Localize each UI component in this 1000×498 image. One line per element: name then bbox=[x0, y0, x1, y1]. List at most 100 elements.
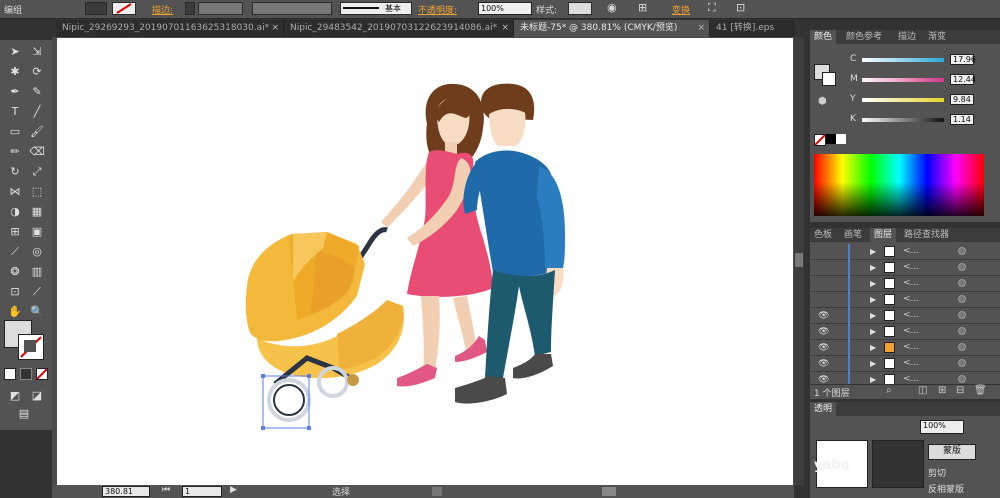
expand-arrow-icon[interactable]: ▶ bbox=[870, 375, 876, 384]
draw-inside-icon[interactable]: ◪ bbox=[29, 388, 45, 404]
line-tool-icon[interactable]: ╱ bbox=[29, 104, 45, 120]
tab-brushes[interactable]: 画笔 bbox=[840, 228, 866, 242]
expand-arrow-icon[interactable]: ▶ bbox=[870, 295, 876, 304]
slider-value-c[interactable]: 17.96 bbox=[950, 54, 976, 65]
pencil-icon[interactable]: ✏ bbox=[7, 144, 23, 160]
type-tool-icon[interactable]: T bbox=[7, 104, 23, 120]
zoom-tool-icon[interactable]: 🔍 bbox=[29, 304, 45, 320]
artboard-tool-icon[interactable]: ⊡ bbox=[7, 284, 23, 300]
slice-tool-icon[interactable]: ⟋ bbox=[29, 284, 45, 300]
rotate-icon[interactable]: ↻ bbox=[7, 164, 23, 180]
target-circle-icon[interactable] bbox=[958, 359, 966, 367]
artboard[interactable] bbox=[57, 38, 793, 485]
fill-swatch-dropdown[interactable] bbox=[85, 2, 107, 15]
expand-arrow-icon[interactable]: ▶ bbox=[870, 263, 876, 272]
expand-arrow-icon[interactable]: ▶ bbox=[870, 327, 876, 336]
eyedropper-icon[interactable]: ⟋ bbox=[7, 244, 23, 260]
tab-document-3[interactable]: 未标题-75* @ 380.81% (CMYK/预览) × bbox=[514, 20, 710, 37]
layer-row[interactable]: ▶ <... bbox=[810, 244, 1000, 260]
magic-wand-icon[interactable]: ✱ bbox=[7, 64, 23, 80]
make-mask-button[interactable]: 蒙版 bbox=[928, 444, 976, 460]
visibility-eye-icon[interactable]: 👁 bbox=[818, 327, 829, 337]
delete-layer-icon[interactable]: 🗑 bbox=[974, 385, 987, 396]
slider-track-m[interactable] bbox=[862, 78, 944, 82]
scale-icon[interactable]: ⤢ bbox=[29, 164, 45, 180]
screen-mode-icon[interactable]: ▤ bbox=[16, 406, 32, 422]
tab-document-2[interactable]: Nipic_29483542_20190703122623914086.ai* … bbox=[284, 20, 514, 37]
clip-mask-icon[interactable]: ◫ bbox=[918, 385, 927, 396]
page-input[interactable]: 1 bbox=[182, 486, 222, 497]
tab-pathfinder[interactable]: 路径查找器 bbox=[900, 228, 953, 242]
mini-stroke-swatch[interactable] bbox=[822, 72, 836, 86]
expand-arrow-icon[interactable]: ▶ bbox=[870, 311, 876, 320]
gradient-mode-icon[interactable] bbox=[20, 368, 32, 380]
target-circle-icon[interactable] bbox=[958, 343, 966, 351]
tab-color-guide[interactable]: 颜色参考 bbox=[842, 30, 886, 44]
visibility-eye-icon[interactable]: 👁 bbox=[818, 343, 829, 353]
invert-mask-checkbox-label[interactable]: 反相蒙版 bbox=[928, 482, 964, 495]
expand-arrow-icon[interactable]: ▶ bbox=[870, 359, 876, 368]
layer-row[interactable]: ▶ <... bbox=[810, 260, 1000, 276]
slider-value-m[interactable]: 12.44 bbox=[950, 74, 976, 85]
close-icon[interactable]: × bbox=[501, 20, 509, 37]
opacity-label[interactable]: 不透明度: bbox=[418, 3, 457, 16]
curvature-icon[interactable]: ✎ bbox=[29, 84, 45, 100]
target-circle-icon[interactable] bbox=[958, 295, 966, 303]
target-circle-icon[interactable] bbox=[958, 279, 966, 287]
close-icon[interactable]: × bbox=[271, 20, 279, 37]
tab-gradient[interactable]: 渐变 bbox=[924, 30, 950, 44]
visibility-eye-icon[interactable]: 👁 bbox=[818, 359, 829, 369]
stroke-weight-input[interactable] bbox=[198, 2, 243, 15]
stroke-weight-stepper[interactable] bbox=[185, 2, 195, 15]
expand-arrow-icon[interactable]: ▶ bbox=[870, 247, 876, 256]
shape-builder-icon[interactable]: ◑ bbox=[7, 204, 23, 220]
width-tool-icon[interactable]: ⋈ bbox=[7, 184, 23, 200]
black-swatch[interactable] bbox=[826, 134, 836, 144]
perspective-grid-icon[interactable]: ▦ bbox=[29, 204, 45, 220]
first-page-icon[interactable]: ⏮ bbox=[162, 485, 170, 495]
tab-layers[interactable]: 图层 bbox=[870, 228, 897, 242]
color-spectrum[interactable] bbox=[814, 154, 984, 216]
gradient-icon[interactable]: ▣ bbox=[29, 224, 45, 240]
hand-tool-icon[interactable]: ✋ bbox=[7, 304, 23, 320]
slider-track-y[interactable] bbox=[862, 98, 944, 102]
target-circle-icon[interactable] bbox=[958, 375, 966, 383]
layer-row[interactable]: 👁 ▶ <... bbox=[810, 324, 1000, 340]
new-layer-icon[interactable]: ⊟ bbox=[956, 385, 964, 396]
expand-arrow-icon[interactable]: ▶ bbox=[870, 279, 876, 288]
tab-document-4[interactable]: 41 [转换].eps bbox=[710, 20, 794, 37]
new-sublayer-icon[interactable]: ⊞ bbox=[938, 385, 946, 396]
tab-stroke[interactable]: 描边 bbox=[894, 30, 920, 44]
tab-color[interactable]: 颜色 bbox=[810, 30, 837, 44]
layer-row[interactable]: 👁 ▶ <... bbox=[810, 340, 1000, 356]
align-icon[interactable]: ⊞ bbox=[638, 1, 647, 14]
isolate-icon[interactable]: ⛶ bbox=[708, 1, 716, 15]
opacity-input[interactable]: 100% bbox=[478, 2, 532, 15]
transparency-opacity-input[interactable]: 100% bbox=[920, 420, 964, 434]
draw-mode-icon[interactable]: ◩ bbox=[7, 388, 23, 404]
color-mode-icon[interactable] bbox=[4, 368, 16, 380]
locate-object-icon[interactable]: ⌕ bbox=[886, 385, 892, 396]
zoom-input[interactable]: 380.81 bbox=[102, 486, 150, 497]
layer-row[interactable]: 👁 ▶ <... bbox=[810, 356, 1000, 372]
close-icon[interactable]: × bbox=[697, 20, 705, 37]
mesh-icon[interactable]: ⊞ bbox=[7, 224, 23, 240]
lasso-icon[interactable]: ⟳ bbox=[29, 64, 45, 80]
arrange-icon[interactable]: ⊡ bbox=[736, 1, 745, 14]
next-page-icon[interactable]: ▶ bbox=[230, 485, 237, 495]
stroke-swatch-dropdown[interactable] bbox=[112, 2, 136, 15]
selection-tool-icon[interactable]: ➤ bbox=[7, 44, 23, 60]
stroke-label[interactable]: 描边: bbox=[152, 3, 173, 16]
symbol-sprayer-icon[interactable]: ❂ bbox=[7, 264, 23, 280]
tab-transparency[interactable]: 透明 bbox=[810, 402, 837, 416]
brush-definition-select[interactable]: 基本 bbox=[340, 2, 412, 15]
target-circle-icon[interactable] bbox=[958, 311, 966, 319]
transform-link[interactable]: 变换 bbox=[672, 3, 690, 16]
slider-value-y[interactable]: 9.84 bbox=[950, 94, 974, 105]
graphic-style-dropdown[interactable] bbox=[568, 2, 592, 15]
layer-row[interactable]: ▶ <... bbox=[810, 276, 1000, 292]
variable-width-profile[interactable] bbox=[252, 2, 332, 15]
slider-track-c[interactable] bbox=[862, 58, 944, 62]
target-circle-icon[interactable] bbox=[958, 327, 966, 335]
layer-row[interactable]: 👁 ▶ <... bbox=[810, 308, 1000, 324]
